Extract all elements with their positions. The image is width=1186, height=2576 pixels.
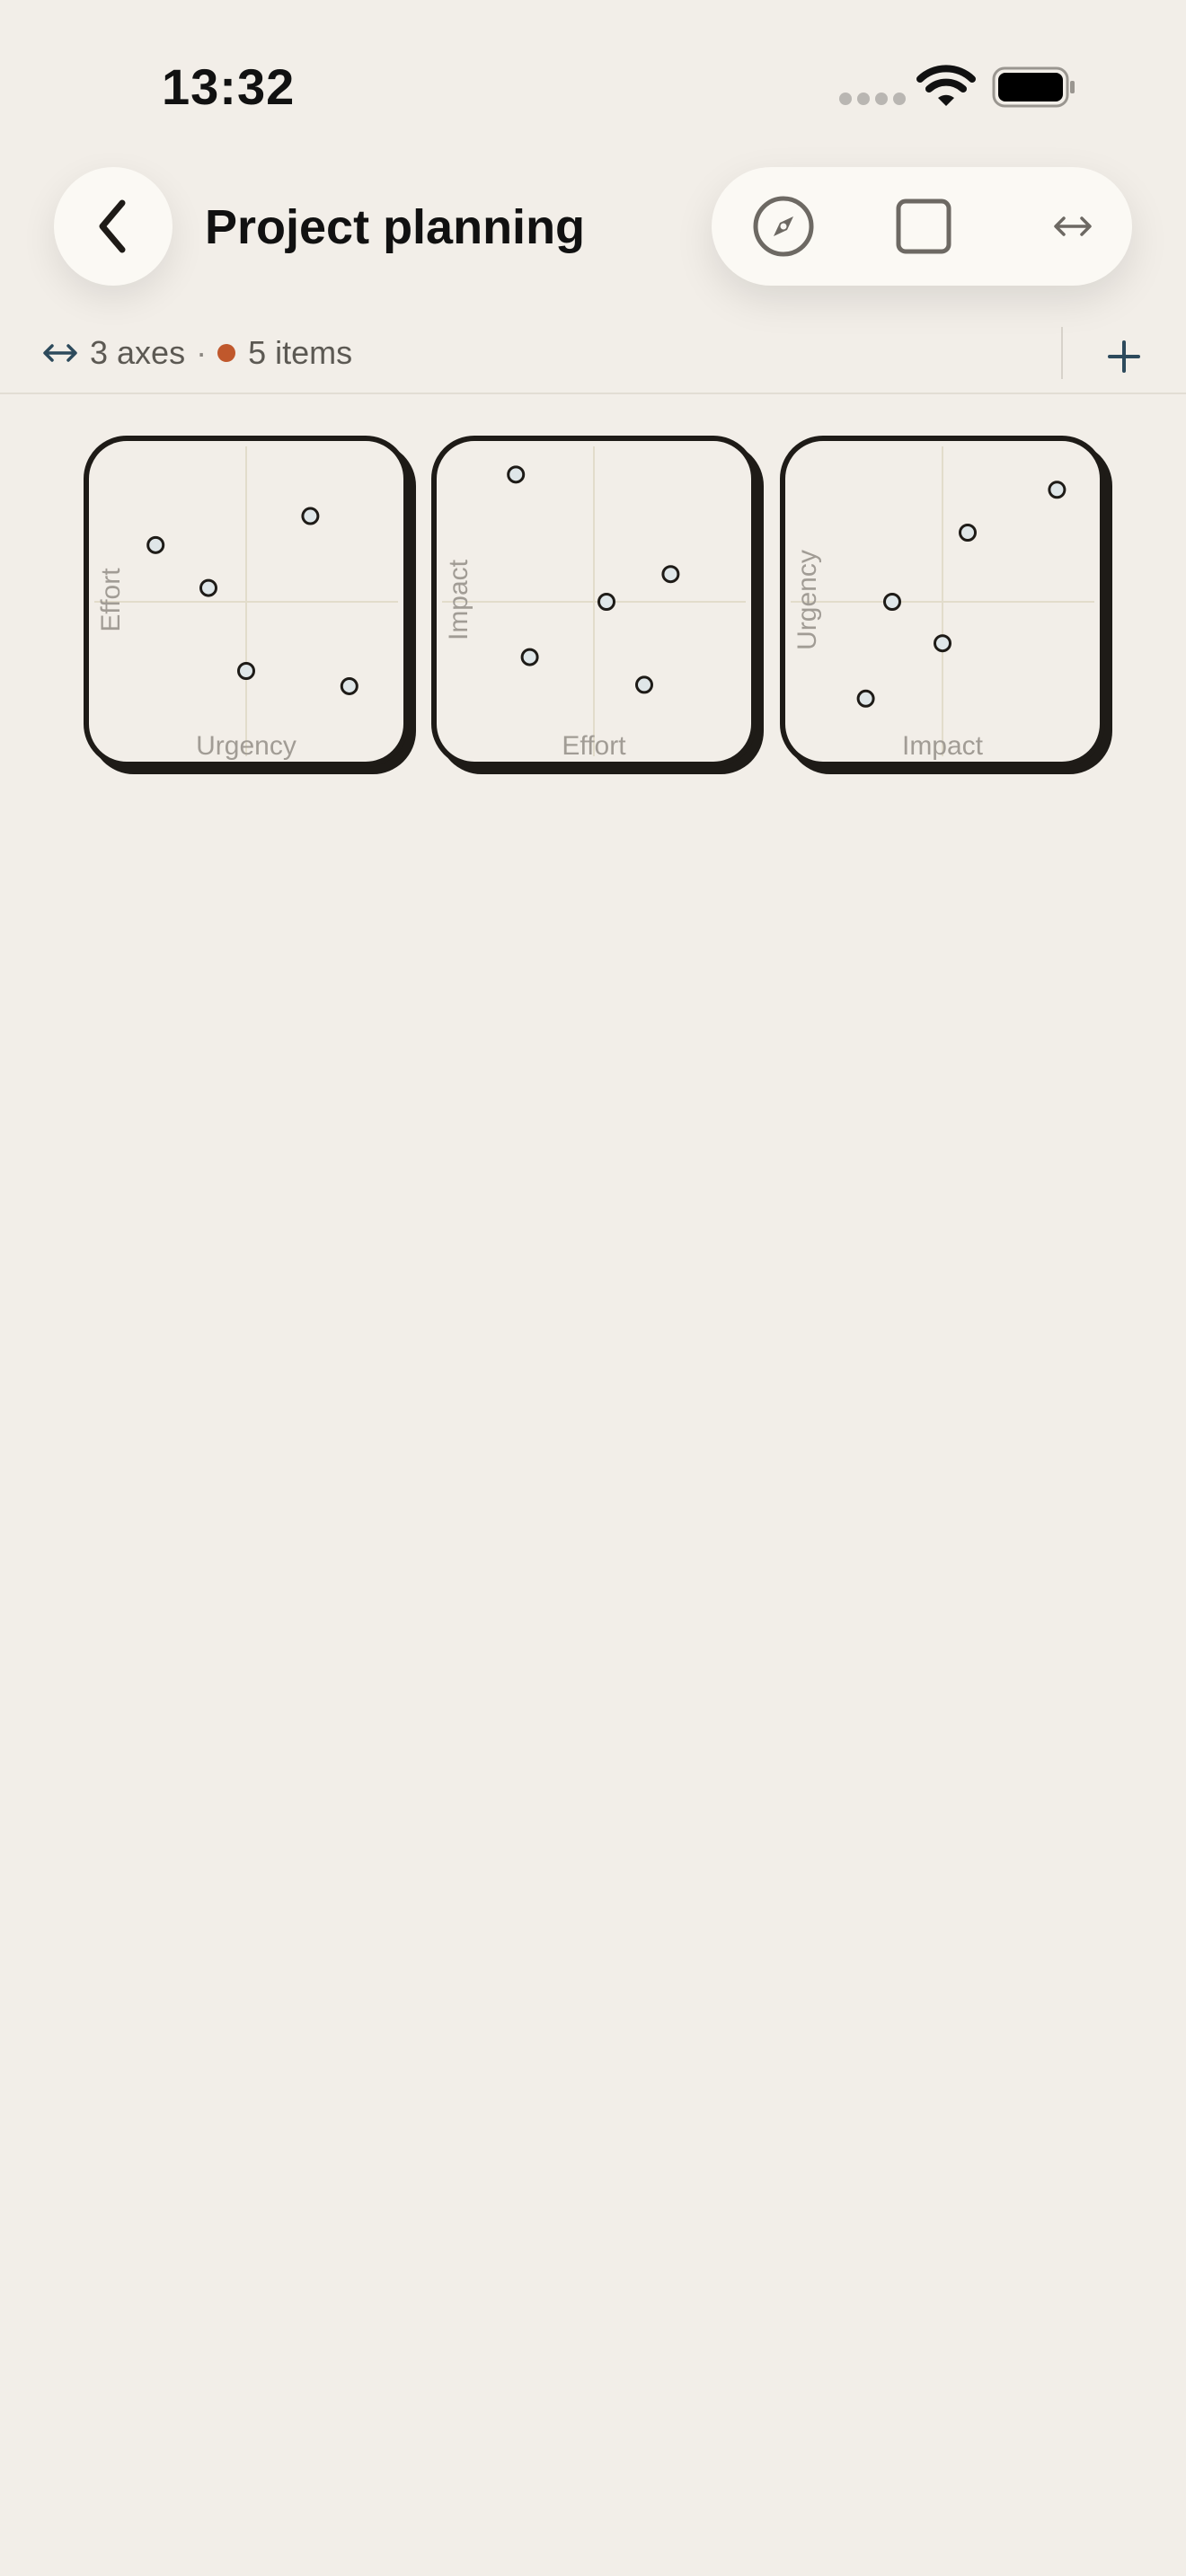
data-point[interactable] <box>597 593 615 611</box>
arrows-horizontal-icon <box>1054 216 1092 236</box>
arrows-horizontal-button[interactable] <box>1040 194 1105 259</box>
data-point[interactable] <box>856 689 875 708</box>
summary-separator: · <box>196 334 208 371</box>
data-point[interactable] <box>883 593 901 611</box>
plus-icon <box>1108 340 1140 373</box>
y-axis-label: Impact <box>444 559 474 640</box>
summary-bar: 3 axes · 5 items <box>43 331 352 375</box>
data-point[interactable] <box>635 675 653 694</box>
x-axis-label: Effort <box>562 731 626 761</box>
items-count: 5 items <box>248 334 353 371</box>
data-point[interactable] <box>146 535 165 554</box>
page-title: Project planning <box>205 200 586 254</box>
data-point[interactable] <box>340 676 358 695</box>
data-point[interactable] <box>520 648 539 666</box>
data-point[interactable] <box>237 662 255 680</box>
add-button[interactable] <box>1096 329 1152 384</box>
scatter-plot: Urgency Effort <box>94 446 398 761</box>
compass-button[interactable] <box>751 194 816 259</box>
y-axis-label: Effort <box>96 568 126 632</box>
summary-divider <box>1061 327 1063 379</box>
data-point[interactable] <box>661 565 680 584</box>
data-point[interactable] <box>934 634 951 653</box>
data-point[interactable] <box>959 524 977 542</box>
chevron-left-icon <box>99 199 126 253</box>
back-button[interactable] <box>54 167 173 286</box>
y-axis-label: Urgency <box>792 550 822 650</box>
chart-card[interactable]: Impact Urgency <box>780 436 1105 767</box>
data-point[interactable] <box>507 465 526 484</box>
battery-icon <box>992 66 1075 108</box>
wifi-icon <box>916 65 976 106</box>
toolbar-pill <box>712 167 1132 286</box>
header-divider <box>0 393 1186 394</box>
cellular-signal-icon <box>839 93 906 105</box>
square-button[interactable] <box>891 194 956 259</box>
arrows-horizontal-icon <box>43 344 77 362</box>
status-time: 13:32 <box>162 58 296 115</box>
compass-icon <box>753 196 814 257</box>
data-point[interactable] <box>301 507 320 525</box>
data-point[interactable] <box>199 578 217 597</box>
x-axis-label: Impact <box>902 731 984 761</box>
x-axis-label: Urgency <box>196 731 296 761</box>
square-icon <box>896 198 951 254</box>
status-dot <box>217 344 236 362</box>
data-point[interactable] <box>1048 481 1067 499</box>
scatter-plot: Effort Impact <box>442 446 746 761</box>
chart-card[interactable]: Effort Impact <box>431 436 757 767</box>
scatter-plot: Impact Urgency <box>791 446 1094 761</box>
chart-card[interactable]: Urgency Effort <box>84 436 409 767</box>
axes-count: 3 axes <box>90 334 186 371</box>
